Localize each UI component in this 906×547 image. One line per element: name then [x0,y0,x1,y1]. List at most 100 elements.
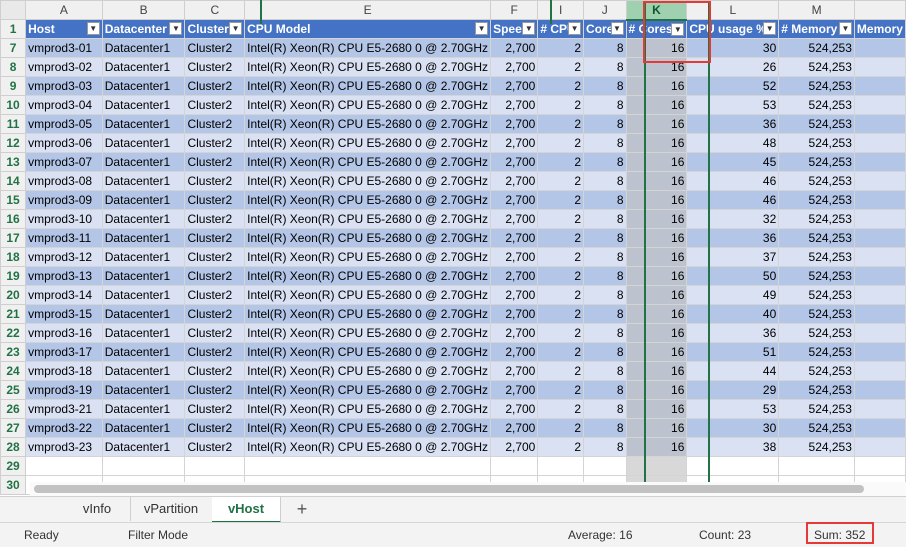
row-number[interactable]: 26 [0,399,27,419]
table-cell[interactable]: 2,700 [490,95,539,115]
table-cell[interactable]: 2,700 [490,38,539,58]
table-cell[interactable]: Datacenter1 [101,361,186,381]
table-cell[interactable] [853,209,906,229]
table-cell[interactable]: vmprod3-19 [25,380,103,400]
table-cell[interactable]: Cluster2 [184,342,246,362]
table-cell[interactable]: 2,700 [490,57,539,77]
table-cell[interactable]: Datacenter1 [101,57,186,77]
table-cell[interactable]: Intel(R) Xeon(R) CPU E5-2680 0 @ 2.70GHz [244,304,492,324]
table-cell[interactable]: Cluster2 [184,171,246,191]
table-cell[interactable]: 30 [686,38,780,58]
table-cell[interactable]: vmprod3-23 [25,437,103,457]
table-cell[interactable] [853,323,906,343]
table-cell[interactable]: 2,700 [490,247,539,267]
table-cell[interactable]: vmprod3-15 [25,304,103,324]
table-cell[interactable]: 26 [686,57,780,77]
table-cell[interactable]: Cluster2 [184,152,246,172]
table-cell[interactable]: 524,253 [778,57,855,77]
table-cell[interactable]: 524,253 [778,152,855,172]
table-cell[interactable]: Cluster2 [184,209,246,229]
row-number[interactable]: 18 [0,247,27,267]
column-header-a[interactable]: A [25,0,103,20]
table-cell[interactable]: 16 [625,171,688,191]
row-number[interactable]: 19 [0,266,27,286]
table-cell[interactable]: 16 [625,285,688,305]
table-cell[interactable]: 2,700 [490,418,539,438]
header-cell[interactable]: CPU Model ▼ [244,19,492,39]
table-cell[interactable] [853,190,906,210]
table-cell[interactable]: 8 [583,38,627,58]
table-cell[interactable]: 2,700 [490,304,539,324]
empty-cell[interactable] [244,456,492,476]
table-cell[interactable]: Intel(R) Xeon(R) CPU E5-2680 0 @ 2.70GHz [244,95,492,115]
table-cell[interactable]: 16 [625,437,688,457]
table-cell[interactable]: Datacenter1 [101,399,186,419]
scrollbar-thumb[interactable] [34,485,864,493]
table-cell[interactable] [853,380,906,400]
table-cell[interactable]: Intel(R) Xeon(R) CPU E5-2680 0 @ 2.70GHz [244,133,492,153]
table-cell[interactable]: 2 [537,171,585,191]
table-cell[interactable]: 32 [686,209,780,229]
table-cell[interactable]: 8 [583,361,627,381]
table-cell[interactable]: Intel(R) Xeon(R) CPU E5-2680 0 @ 2.70GHz [244,323,492,343]
table-cell[interactable]: 2 [537,76,585,96]
table-cell[interactable] [853,152,906,172]
table-cell[interactable]: 16 [625,57,688,77]
table-cell[interactable]: 46 [686,171,780,191]
table-cell[interactable]: Intel(R) Xeon(R) CPU E5-2680 0 @ 2.70GHz [244,266,492,286]
table-cell[interactable]: 524,253 [778,209,855,229]
row-number[interactable]: 10 [0,95,27,115]
table-cell[interactable]: 46 [686,190,780,210]
table-cell[interactable]: 8 [583,323,627,343]
table-cell[interactable] [853,247,906,267]
table-cell[interactable]: Datacenter1 [101,228,186,248]
table-cell[interactable]: 50 [686,266,780,286]
table-cell[interactable]: 40 [686,304,780,324]
empty-cell[interactable] [583,456,627,476]
table-cell[interactable]: 524,253 [778,304,855,324]
table-cell[interactable]: 2 [537,380,585,400]
table-cell[interactable]: 2 [537,399,585,419]
empty-cell[interactable] [490,456,539,476]
table-cell[interactable]: 2,700 [490,323,539,343]
table-cell[interactable]: vmprod3-17 [25,342,103,362]
filter-dropdown-icon[interactable]: ▼ [522,22,536,35]
row-number[interactable]: 9 [0,76,27,96]
table-cell[interactable]: 524,253 [778,228,855,248]
table-cell[interactable]: 2,700 [490,152,539,172]
status-count[interactable]: Count: 23 [699,528,751,542]
table-cell[interactable]: 30 [686,418,780,438]
table-cell[interactable]: 8 [583,418,627,438]
table-cell[interactable]: 524,253 [778,38,855,58]
table-cell[interactable]: vmprod3-18 [25,361,103,381]
table-cell[interactable]: 53 [686,95,780,115]
row-number[interactable]: 25 [0,380,27,400]
header-cell[interactable]: CPU usage % ▼ [686,19,780,39]
table-cell[interactable] [853,38,906,58]
table-cell[interactable]: 51 [686,342,780,362]
table-cell[interactable] [853,342,906,362]
table-cell[interactable]: 2 [537,228,585,248]
table-cell[interactable]: 16 [625,247,688,267]
table-cell[interactable]: Datacenter1 [101,247,186,267]
header-cell[interactable]: Memory [853,19,906,39]
table-cell[interactable]: Intel(R) Xeon(R) CPU E5-2680 0 @ 2.70GHz [244,247,492,267]
table-cell[interactable] [853,399,906,419]
table-cell[interactable]: 2,700 [490,437,539,457]
table-cell[interactable]: Cluster2 [184,76,246,96]
table-cell[interactable]: 2 [537,418,585,438]
table-cell[interactable]: 16 [625,361,688,381]
table-cell[interactable]: Datacenter1 [101,437,186,457]
row-number[interactable]: 7 [0,38,27,58]
table-cell[interactable]: Intel(R) Xeon(R) CPU E5-2680 0 @ 2.70GHz [244,209,492,229]
row-number[interactable]: 1 [0,19,27,39]
column-header-j[interactable]: J [583,0,627,20]
table-cell[interactable]: Cluster2 [184,57,246,77]
table-cell[interactable]: 2 [537,190,585,210]
table-cell[interactable]: Datacenter1 [101,76,186,96]
table-cell[interactable]: Datacenter1 [101,418,186,438]
table-cell[interactable]: 2,700 [490,171,539,191]
table-cell[interactable]: vmprod3-10 [25,209,103,229]
filter-dropdown-icon[interactable]: ▼ [671,22,685,36]
table-cell[interactable]: 524,253 [778,361,855,381]
